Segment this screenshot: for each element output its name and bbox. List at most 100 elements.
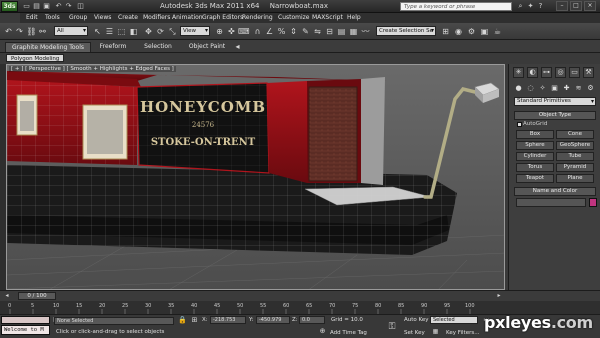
add-time-tag-link[interactable]: Add Time Tag — [330, 330, 367, 336]
select-by-name-icon[interactable]: ☰ — [104, 26, 115, 37]
render-production-icon[interactable]: ☕ — [492, 26, 503, 37]
named-selection-dropdown[interactable]: Create Selection Se — [376, 26, 436, 36]
time-slider[interactable]: ◂ 0 / 100 ▸ — [0, 290, 600, 301]
key-filters-button[interactable]: Key Filters... — [446, 330, 479, 336]
undo-icon[interactable]: ↶ — [54, 2, 63, 11]
time-slider-thumb[interactable]: 0 / 100 — [18, 292, 56, 300]
menu-group[interactable]: Group — [69, 14, 87, 21]
redo-tool-icon[interactable]: ↷ — [14, 26, 25, 37]
render-setup-icon[interactable]: ⚙ — [466, 26, 477, 37]
teapot-button[interactable]: Teapot — [516, 174, 554, 183]
rendered-frame-icon[interactable]: ▣ — [479, 26, 490, 37]
maximize-button[interactable]: □ — [570, 1, 582, 11]
selection-filter-dropdown[interactable]: All — [54, 26, 88, 36]
pyramid-button[interactable]: Pyramid — [556, 163, 594, 172]
polygon-modeling-panel[interactable]: Polygon Modeling — [6, 54, 65, 62]
menu-customize[interactable]: Customize — [278, 14, 310, 21]
search-input[interactable]: Type a keyword or phrase — [400, 2, 512, 11]
spinner-snap-icon[interactable]: ⇕ — [288, 26, 299, 37]
selection-lock-icon[interactable]: 🔒 — [178, 316, 187, 325]
cone-button[interactable]: Cone — [556, 130, 594, 139]
torus-button[interactable]: Torus — [516, 163, 554, 172]
select-move-icon[interactable]: ✥ — [143, 26, 154, 37]
window-crossing-icon[interactable]: ◧ — [128, 26, 139, 37]
menu-modifiers[interactable]: Modifiers — [143, 14, 170, 21]
close-button[interactable]: × — [584, 1, 596, 11]
schematic-view-icon[interactable]: ⊞ — [440, 26, 451, 37]
edit-named-selection-icon[interactable]: ✎ — [300, 26, 311, 37]
auto-key-button[interactable]: Auto Key — [404, 317, 429, 323]
viewport-label[interactable]: [ + ] [ Perspective ] [ Smooth + Highlig… — [9, 66, 176, 72]
time-prev-icon[interactable]: ◂ — [2, 291, 12, 301]
mirror-icon[interactable]: ⇋ — [312, 26, 323, 37]
create-panel-tab[interactable]: ✳ — [513, 67, 524, 78]
geosphere-button[interactable]: GeoSphere — [556, 141, 594, 150]
help-icon[interactable]: ? — [536, 2, 545, 11]
perspective-viewport[interactable]: HONEYCOMB 24576 STOKE-ON-TRENT [ + ] [ P… — [6, 64, 505, 290]
object-color-swatch[interactable] — [589, 198, 597, 207]
key-filters-icon[interactable]: ▦ — [431, 327, 440, 336]
menu-views[interactable]: Views — [94, 14, 111, 21]
ribbon-options-icon[interactable]: ◂ — [232, 41, 243, 52]
z-coordinate-field[interactable]: 0.0 — [299, 316, 325, 324]
tab-graphite-modeling-tools[interactable]: Graphite Modeling Tools — [5, 42, 91, 52]
tab-selection[interactable]: Selection — [140, 42, 176, 52]
shapes-icon[interactable]: ◌ — [525, 83, 536, 94]
primitive-category-dropdown[interactable]: Standard Primitives — [514, 97, 596, 106]
open-file-icon[interactable]: ▤ — [32, 2, 41, 11]
maxscript-mini-listener[interactable]: Welcome to M — [1, 325, 50, 335]
select-scale-icon[interactable]: ⤡ — [167, 26, 178, 37]
keyboard-shortcut-icon[interactable]: ⌨ — [238, 26, 250, 37]
hierarchy-panel-tab[interactable]: ⊶ — [541, 67, 552, 78]
align-icon[interactable]: ⊟ — [324, 26, 335, 37]
redo-icon[interactable]: ↷ — [64, 2, 73, 11]
app-logo-button[interactable]: 3ds — [1, 1, 18, 12]
save-file-icon[interactable]: ▣ — [42, 2, 51, 11]
snaps-toggle-icon[interactable]: ∩ — [252, 26, 263, 37]
absolute-mode-icon[interactable]: ⊞ — [190, 316, 199, 325]
name-and-color-rollout[interactable]: Name and Color — [514, 187, 596, 196]
menu-help[interactable]: Help — [347, 14, 361, 21]
maxscript-listener-top[interactable] — [1, 316, 50, 324]
menu-edit[interactable]: Edit — [26, 14, 38, 21]
graphite-toggle-icon[interactable]: ▦ — [348, 26, 359, 37]
display-panel-tab[interactable]: ▭ — [569, 67, 580, 78]
set-key-button[interactable]: Set Key — [404, 330, 425, 336]
link-icon[interactable]: ⛓ — [26, 26, 37, 37]
tab-freeform[interactable]: Freeform — [96, 42, 130, 52]
reference-coord-dropdown[interactable]: View — [180, 26, 210, 36]
select-rotate-icon[interactable]: ⟳ — [155, 26, 166, 37]
tube-button[interactable]: Tube — [556, 152, 594, 161]
geometry-icon[interactable]: ● — [513, 83, 524, 94]
rectangle-selection-icon[interactable]: ⬚ — [116, 26, 127, 37]
pivot-center-icon[interactable]: ⊕ — [214, 26, 225, 37]
modify-panel-tab[interactable]: ◐ — [527, 67, 538, 78]
key-icon[interactable]: ⚿ — [386, 321, 398, 333]
menu-create[interactable]: Create — [118, 14, 138, 21]
menu-maxscript[interactable]: MAXScript — [312, 14, 343, 21]
percent-snap-icon[interactable]: % — [276, 26, 287, 37]
minimize-button[interactable]: – — [556, 1, 568, 11]
object-type-rollout[interactable]: Object Type — [514, 111, 596, 120]
angle-snap-icon[interactable]: ∠ — [264, 26, 275, 37]
lights-icon[interactable]: ✧ — [537, 83, 548, 94]
menu-graph-editors[interactable]: Graph Editors — [202, 14, 243, 21]
time-next-icon[interactable]: ▸ — [494, 291, 504, 301]
hold-icon[interactable]: ◫ — [76, 2, 85, 11]
viewport-scene[interactable]: HONEYCOMB 24576 STOKE-ON-TRENT — [7, 65, 505, 290]
undo-tool-icon[interactable]: ↶ — [3, 26, 14, 37]
motion-panel-tab[interactable]: ◎ — [555, 67, 566, 78]
cameras-icon[interactable]: ▣ — [549, 83, 560, 94]
tab-object-paint[interactable]: Object Paint — [186, 42, 228, 52]
new-file-icon[interactable]: ▭ — [22, 2, 31, 11]
curve-editor-icon[interactable]: 〰 — [360, 26, 371, 37]
material-editor-icon[interactable]: ◉ — [453, 26, 464, 37]
box-button[interactable]: Box — [516, 130, 554, 139]
sphere-button[interactable]: Sphere — [516, 141, 554, 150]
menu-rendering[interactable]: Rendering — [242, 14, 273, 21]
autogrid-checkbox[interactable] — [517, 122, 522, 127]
unlink-icon[interactable]: ⚯ — [37, 26, 48, 37]
space-warps-icon[interactable]: ≋ — [573, 83, 584, 94]
systems-icon[interactable]: ⚙ — [585, 83, 596, 94]
key-mode-dropdown[interactable]: Selected — [430, 316, 478, 324]
